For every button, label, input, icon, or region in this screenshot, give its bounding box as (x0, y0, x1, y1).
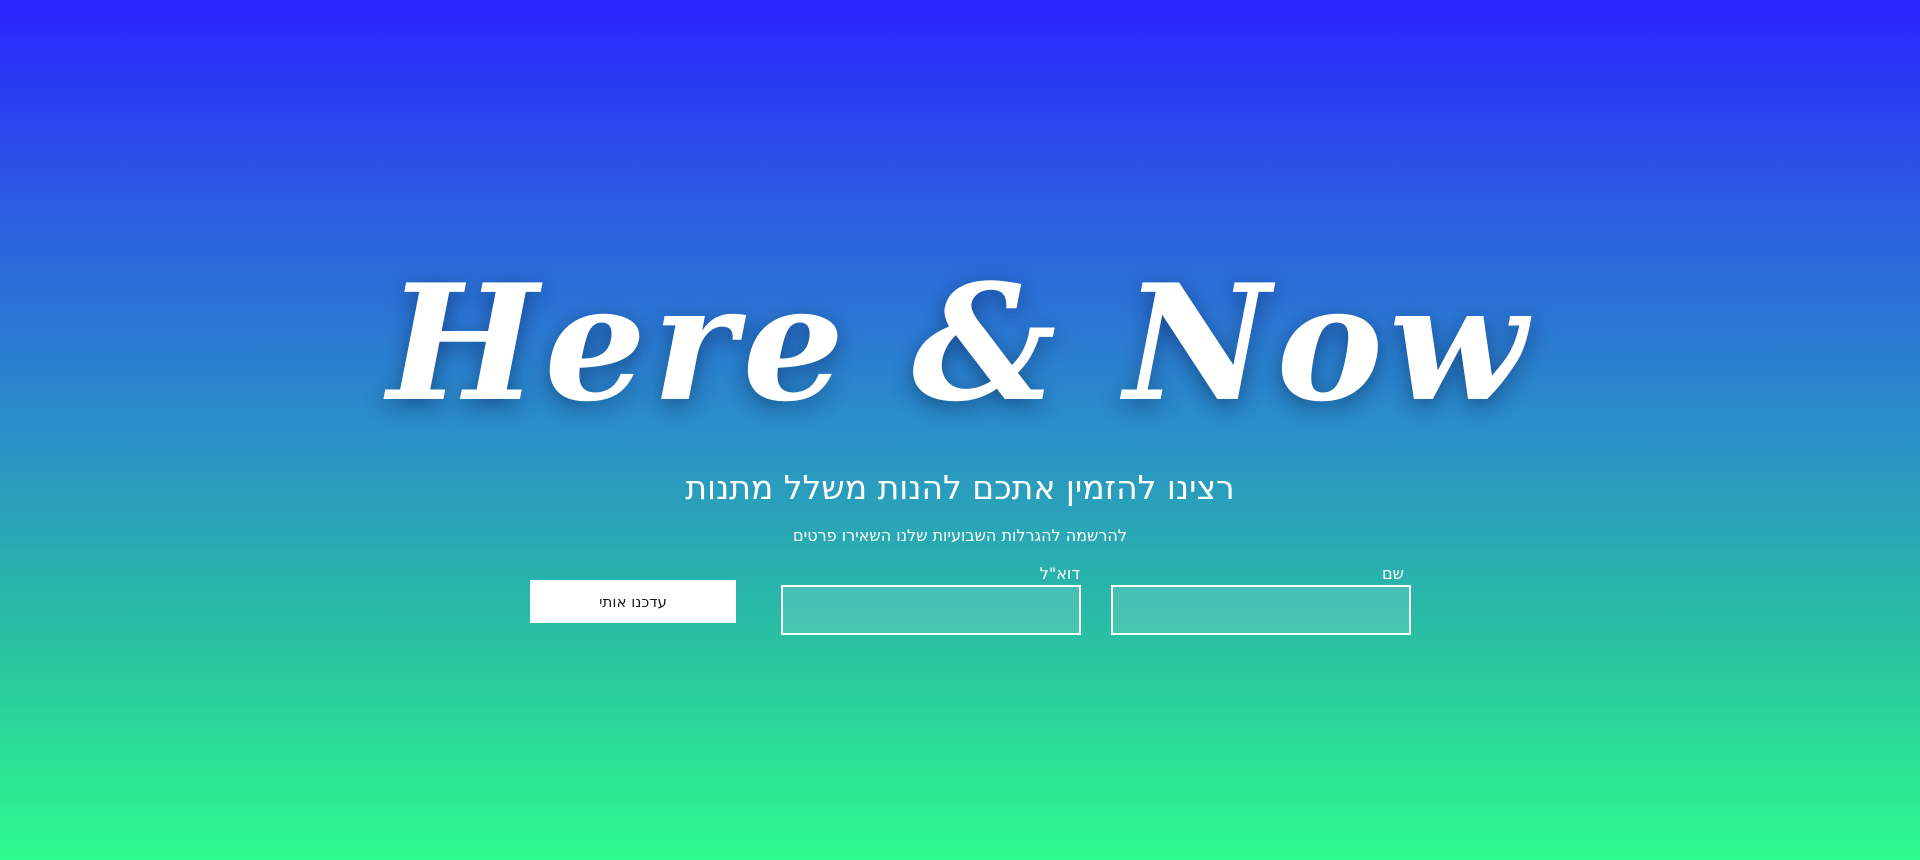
subheadline: להרשמה להגרלות השבועיות שלנו השאירו פרטי… (793, 526, 1127, 545)
brand-logo: Here & Now (387, 249, 1533, 437)
name-input[interactable] (1111, 585, 1411, 635)
email-input[interactable] (781, 585, 1081, 635)
headline: רצינו להזמין אתכם להנות משלל מתנות (685, 468, 1235, 507)
notify-me-button[interactable]: עדכנו אותי (530, 580, 736, 623)
hero-section: Here & Now רצינו להזמין אתכם להנות משלל … (0, 0, 1920, 860)
email-field-label: דוא"ל (1039, 564, 1080, 583)
name-field-label: שם (1382, 564, 1404, 583)
